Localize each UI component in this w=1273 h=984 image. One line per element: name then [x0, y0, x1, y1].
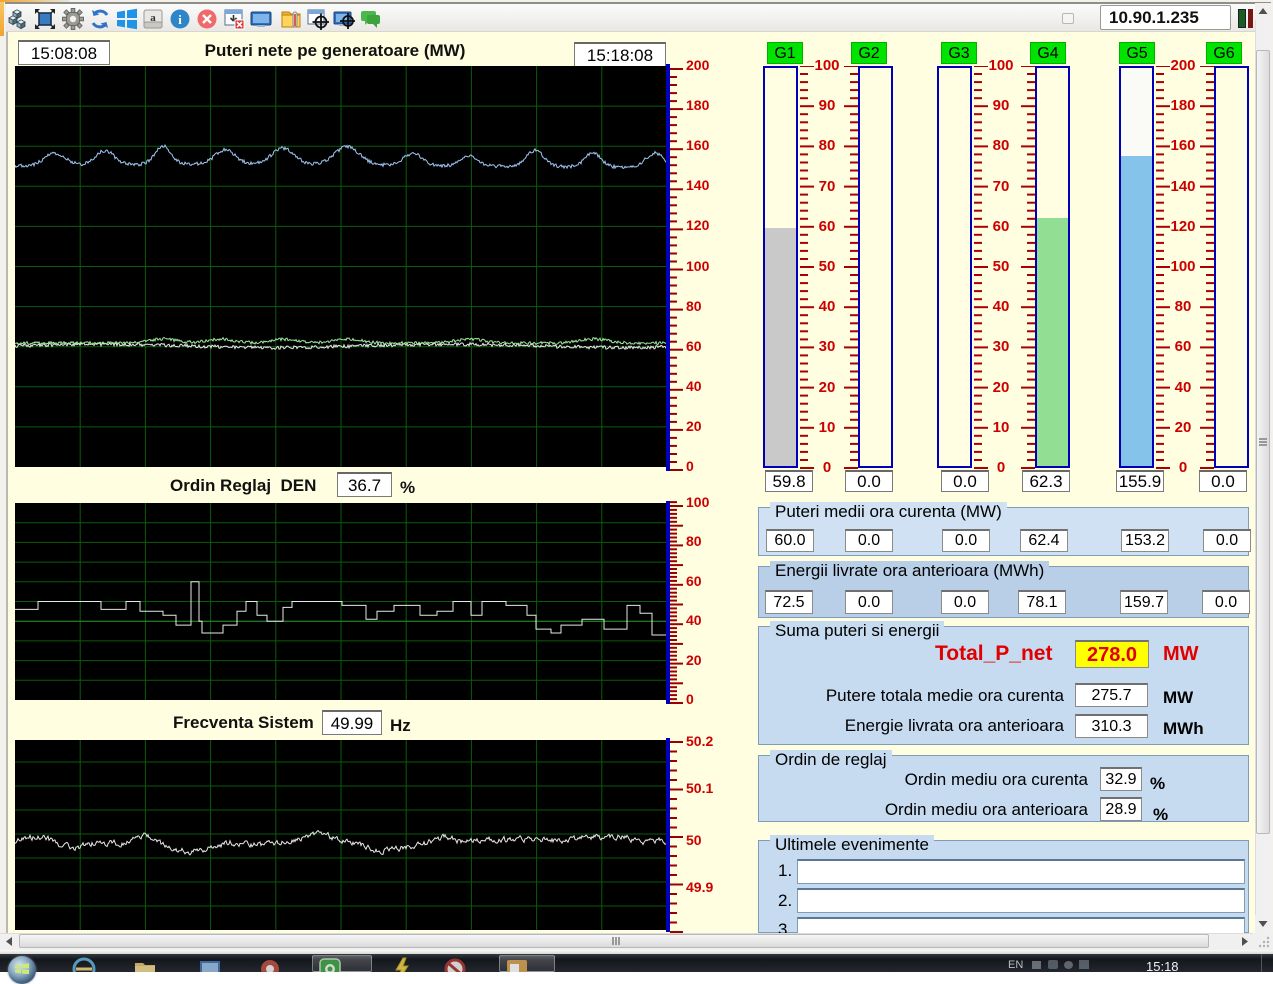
svg-text:i: i [178, 12, 182, 27]
svg-text:a: a [150, 12, 156, 24]
